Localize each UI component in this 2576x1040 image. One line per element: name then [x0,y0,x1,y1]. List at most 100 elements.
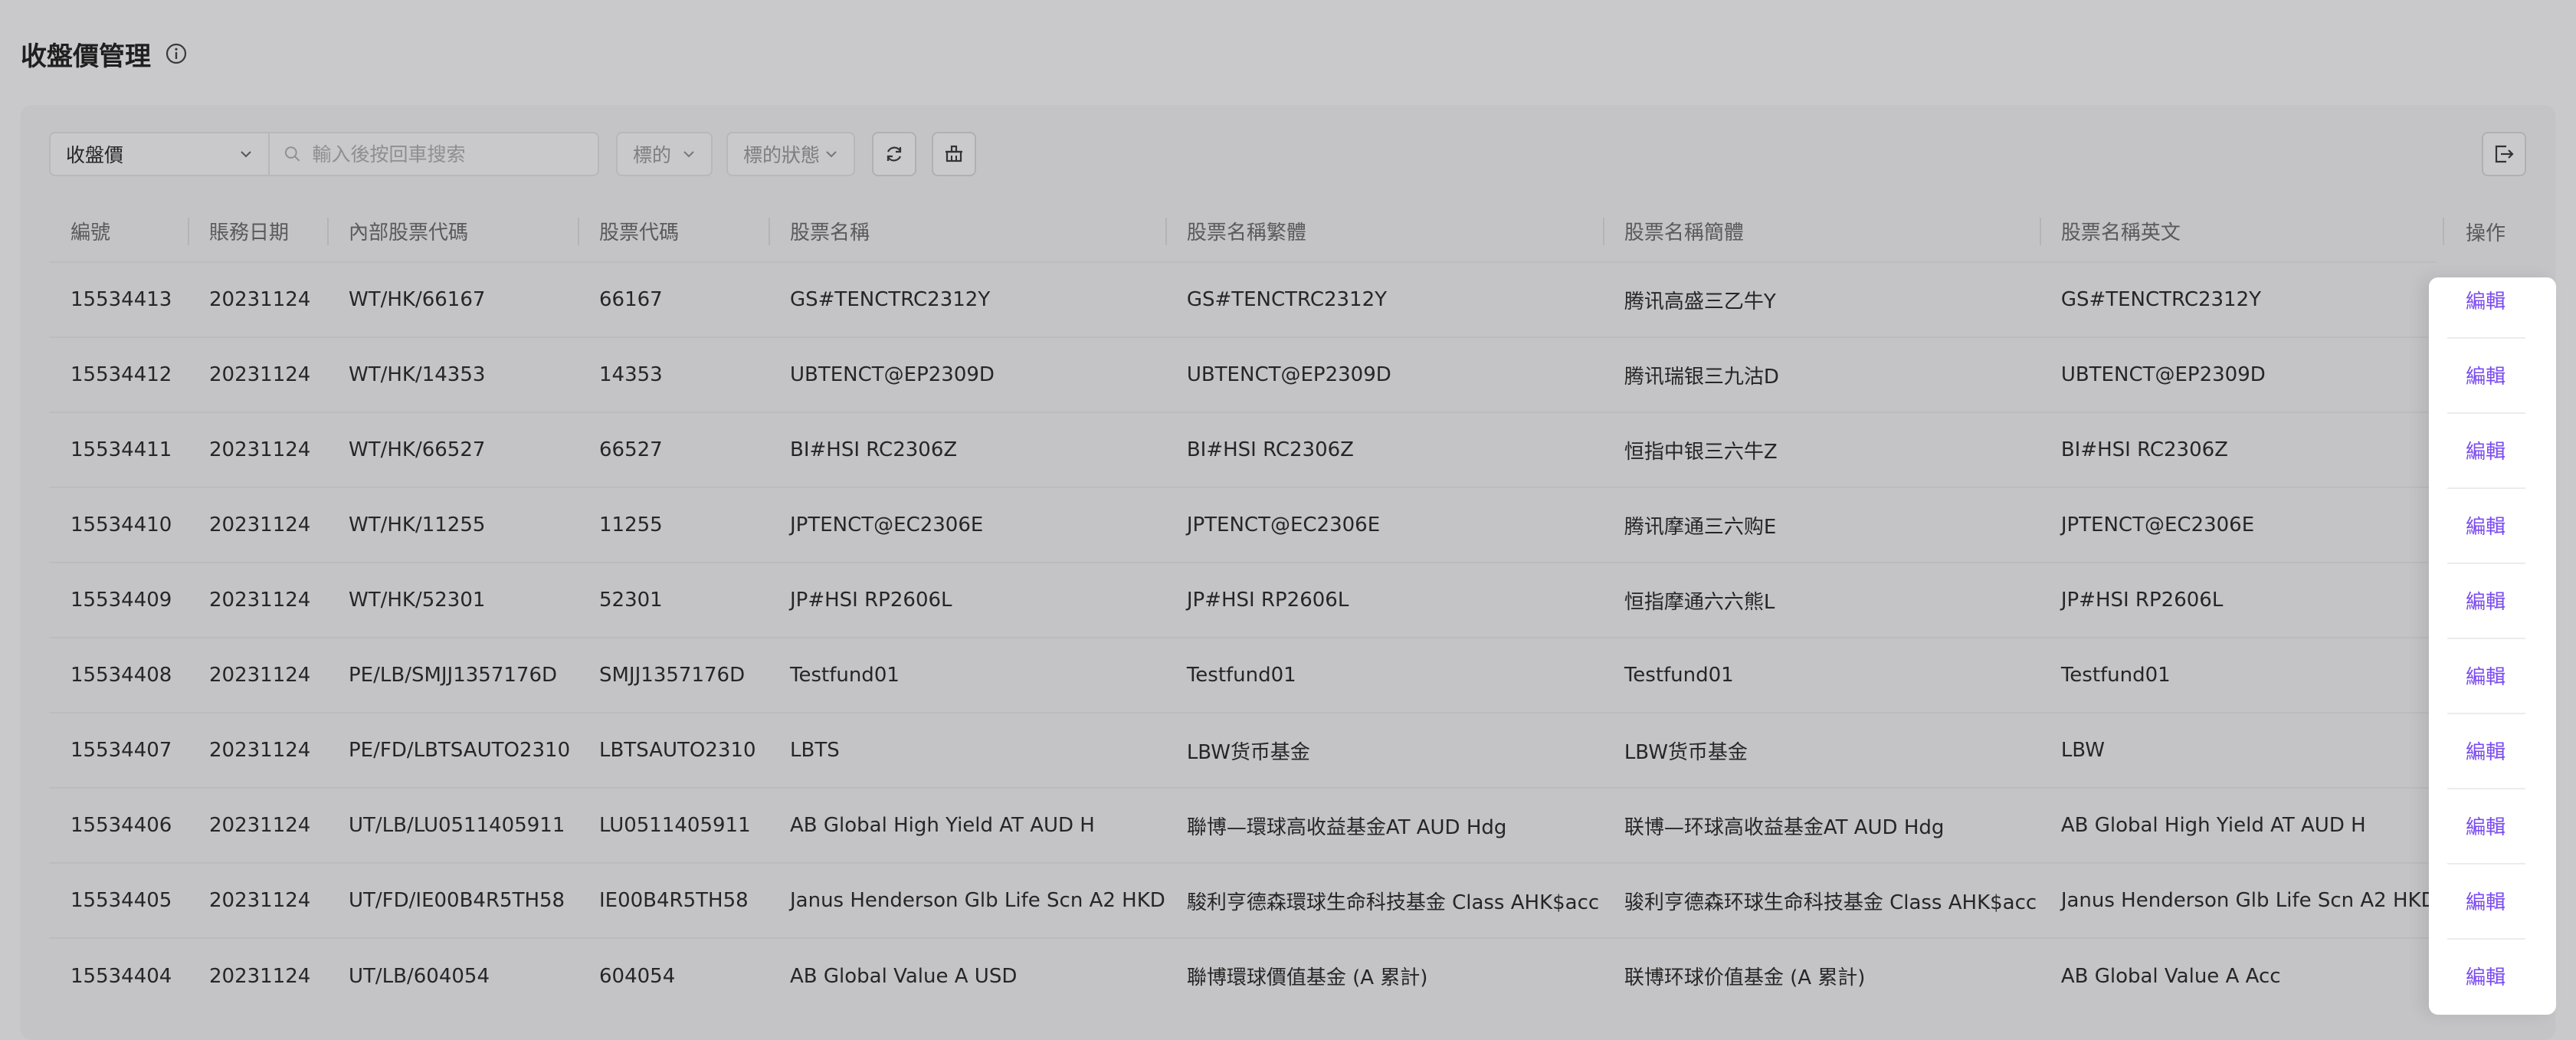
table-cell: 15534407 [49,712,188,788]
table-row[interactable]: 15534412 20231124 WT/HK/14353 14353 UBTENCT@… [49,336,2437,412]
price-type-select[interactable]: 收盤價 [49,132,270,176]
action-cell: 編輯 [2429,487,2556,563]
table-cell: WT/HK/14353 [327,336,578,412]
table-cell: LBTSAUTO2310 [578,712,769,788]
action-cell: 編輯 [2429,337,2556,412]
table-cell: 20231124 [188,637,327,713]
table-cell: PE/FD/LBTSAUTO2310 [327,712,578,788]
action-cell: 編輯 [2429,938,2556,1013]
table-cell: 腾讯摩通三六购E [1602,487,2040,563]
clear-filter-button[interactable] [932,132,976,176]
refresh-button[interactable] [872,132,916,176]
table-cell: AB Global Value A USD [769,937,1165,1013]
table-row[interactable]: 15534411 20231124 WT/HK/66527 66527 BI#HSI R… [49,412,2437,487]
search-input[interactable] [310,142,584,166]
column-header-internal-code[interactable]: 內部股票代碼 [327,201,578,262]
target-status-filter-select[interactable]: 標的狀態 [726,132,855,176]
edit-link[interactable]: 編輯 [2466,812,2506,840]
table-cell: Janus Henderson Glb Life Scn A2 HKD [2039,862,2437,938]
chevron-down-icon [241,151,251,158]
edit-link[interactable]: 編輯 [2466,361,2506,389]
action-cell: 編輯 [2429,262,2556,337]
table-cell: IE00B4R5TH58 [578,862,769,938]
table-row[interactable]: 15534413 20231124 WT/HK/66167 66167 GS#TENCT… [49,261,2437,337]
edit-link[interactable]: 編輯 [2466,737,2506,765]
column-header-date[interactable]: 賬務日期 [188,201,327,262]
table-cell: 66527 [578,412,769,487]
column-header-stock-name[interactable]: 股票名稱 [769,201,1165,262]
table-row[interactable]: 15534405 20231124 UT/FD/IE00B4R5TH58 IE00B4… [49,862,2437,938]
table-cell: BI#HSI RC2306Z [769,412,1165,487]
search-field[interactable] [270,132,599,176]
chevron-down-icon [683,151,694,158]
edit-link[interactable]: 編輯 [2466,586,2506,615]
column-header-name-simplified[interactable]: 股票名稱簡體 [1602,201,2040,262]
table-cell: 20231124 [188,937,327,1013]
table-cell: JPTENCT@EC2306E [2039,487,2437,563]
info-icon[interactable] [165,42,188,65]
table-cell: UT/LB/LU0511405911 [327,787,578,863]
table-cell: 52301 [578,562,769,638]
table-cell: Testfund01 [769,637,1165,713]
table-row[interactable]: 15534408 20231124 PE/LB/SMJJ1357176D SMJJ13… [49,637,2437,713]
table-cell: AB Global Value A Acc [2039,937,2437,1013]
export-button[interactable] [2482,132,2526,176]
edit-link[interactable]: 編輯 [2466,511,2506,540]
table-cell: JP#HSI RP2606L [769,562,1165,638]
price-type-value: 收盤價 [66,144,124,166]
table-header-row: 編號 賬務日期 內部股票代碼 股票代碼 股票名稱 股票名稱繁體 股票名稱簡體 股… [49,201,2437,262]
table-cell: Janus Henderson Glb Life Scn A2 HKD [769,862,1165,938]
table-cell: UBTENCT@EP2309D [1165,336,1603,412]
table-cell: JP#HSI RP2606L [1165,562,1603,638]
table-cell: 15534413 [49,261,188,337]
table-cell: UBTENCT@EP2309D [769,336,1165,412]
page-title: 收盤價管理 [21,34,188,74]
table-cell: 11255 [578,487,769,563]
table-cell: LBW货币基金 [1602,712,2040,788]
table-cell: UT/LB/604054 [327,937,578,1013]
table-cell: Testfund01 [1165,637,1603,713]
table-row[interactable]: 15534407 20231124 PE/FD/LBTSAUTO2310 LBTSAU… [49,712,2437,788]
target-filter-select[interactable]: 標的 [616,132,713,176]
table-cell: AB Global High Yield AT AUD H [769,787,1165,863]
table-cell: 15534409 [49,562,188,638]
table-cell: 腾讯高盛三乙牛Y [1602,261,2040,337]
table-cell: 联博—环球高收益基金AT AUD Hdg [1602,787,2040,863]
column-header-name-english[interactable]: 股票名稱英文 [2039,201,2437,262]
table-cell: 15534406 [49,787,188,863]
table-cell: BI#HSI RC2306Z [1165,412,1603,487]
table-row[interactable]: 15534410 20231124 WT/HK/11255 11255 JPTENCT@… [49,487,2437,563]
table-cell: LBW [2039,712,2437,788]
table-cell: 駿利亨德森環球生命科技基金 Class AHK$acc [1165,862,1603,938]
column-header-id[interactable]: 編號 [49,201,188,262]
table-cell: 20231124 [188,787,327,863]
action-cell: 編輯 [2429,788,2556,863]
table-row[interactable]: 15534409 20231124 WT/HK/52301 52301 JP#HSI R… [49,562,2437,638]
table-cell: 20231124 [188,261,327,337]
column-header-name-traditional[interactable]: 股票名稱繁體 [1165,201,1603,262]
edit-link[interactable]: 編輯 [2466,887,2506,915]
table-cell: LBW货币基金 [1165,712,1603,788]
table-row[interactable]: 15534406 20231124 UT/LB/LU0511405911 LU0511… [49,787,2437,863]
edit-link[interactable]: 編輯 [2466,286,2506,314]
table-cell: AB Global High Yield AT AUD H [2039,787,2437,863]
action-column: 編輯 編輯 編輯 編輯 編輯 編輯 編輯 編輯 編輯 編輯 [2429,262,2556,1013]
table-cell: 20231124 [188,712,327,788]
edit-link[interactable]: 編輯 [2466,962,2506,990]
table-cell: 骏利亨德森环球生命科技基金 Class AHK$acc [1602,862,2040,938]
column-header-stock-code[interactable]: 股票代碼 [578,201,769,262]
table-cell: 20231124 [188,862,327,938]
edit-link[interactable]: 編輯 [2466,661,2506,690]
target-status-filter-label: 標的狀態 [743,144,821,166]
table-cell: GS#TENCTRC2312Y [1165,261,1603,337]
search-icon [284,146,300,162]
table-cell: WT/HK/52301 [327,562,578,638]
edit-link[interactable]: 編輯 [2466,436,2506,464]
table-cell: 15534408 [49,637,188,713]
table-cell: 聯博環球價值基金 (A 累計) [1165,937,1603,1013]
table-row[interactable]: 15534404 20231124 UT/LB/604054 604054 AB Glo… [49,937,2437,1013]
action-cell: 編輯 [2429,563,2556,638]
table-cell: Testfund01 [2039,637,2437,713]
table-cell: WT/HK/66527 [327,412,578,487]
table-cell: 15534410 [49,487,188,563]
